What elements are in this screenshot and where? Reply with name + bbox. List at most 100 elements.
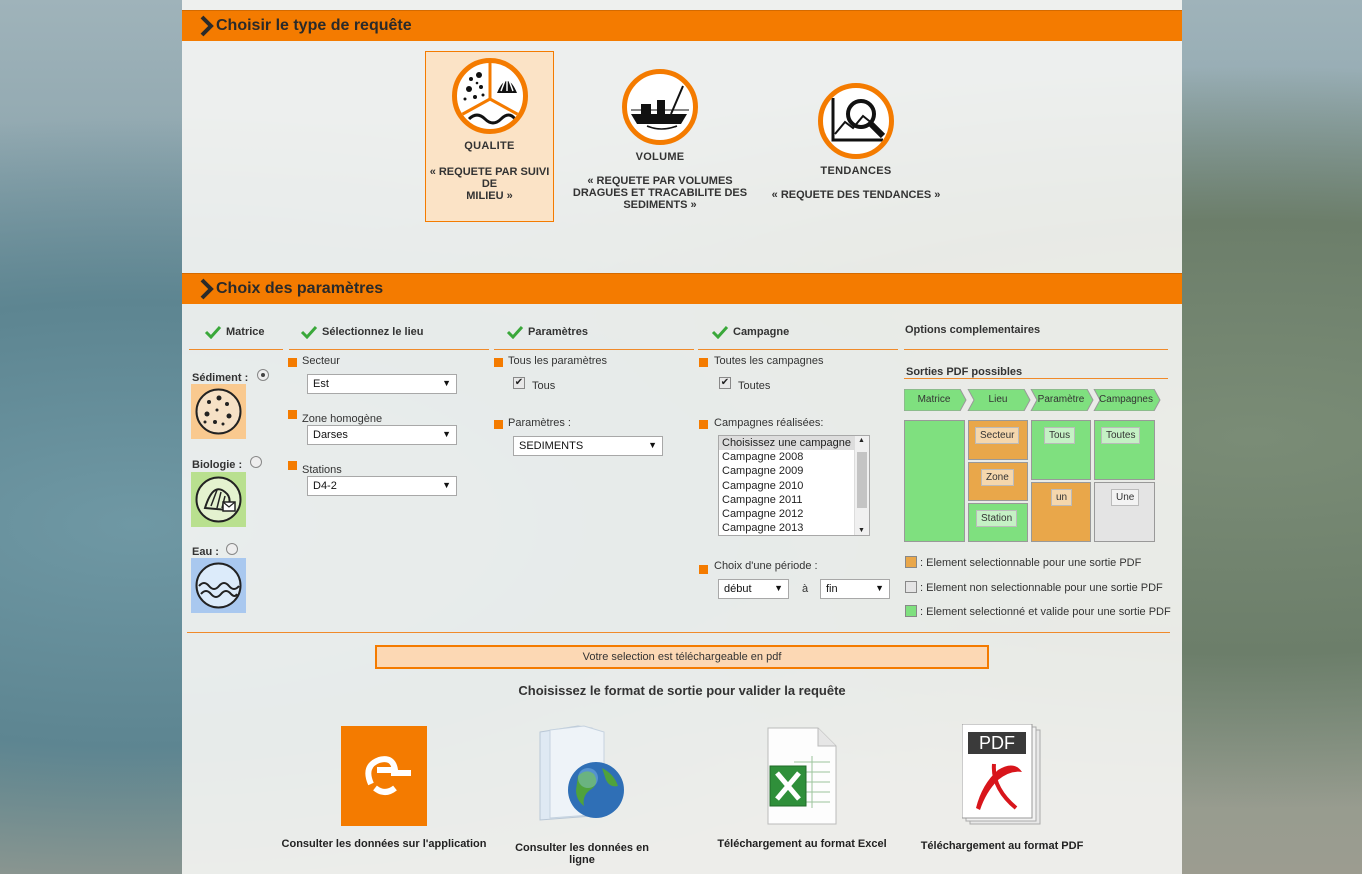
secteur-label: Secteur [302, 355, 340, 367]
desc-line: DE [481, 178, 498, 190]
desc-line: DRAGUES ET TRACABILITE DES [572, 187, 748, 199]
all-params-checkbox[interactable]: ✔ [513, 377, 525, 389]
legend-swatch-non-selectable [905, 581, 917, 593]
bullet [699, 565, 708, 574]
column-head-lieu: Sélectionnez le lieu [300, 325, 423, 339]
zone-select[interactable]: Darses ▼ [307, 425, 457, 445]
query-type-desc: « REQUETE PAR VOLUMES DRAGUES ET TRACABI… [570, 175, 750, 211]
stations-select[interactable]: D4-2 ▼ [307, 476, 457, 496]
pdf-outputs-title: Sorties PDF possibles [906, 366, 1023, 378]
list-item[interactable]: Campagne 2008 [719, 450, 869, 464]
period-start-select[interactable]: début ▼ [718, 579, 789, 599]
all-campaigns-checkbox[interactable]: ✔ [719, 377, 731, 389]
all-params-label: Tous les paramètres [508, 355, 608, 367]
column-head-label: Campagne [733, 325, 790, 338]
desc-line: MILIEU » [466, 190, 513, 202]
legend-swatch-valid [905, 605, 917, 617]
output-excel[interactable]: Téléchargement au format Excel [712, 726, 892, 850]
checkmark-icon [300, 325, 318, 339]
select-value: SEDIMENTS [519, 440, 584, 452]
checkmark-icon [204, 325, 222, 339]
output-label: Consulter les données en ligne [515, 842, 649, 866]
query-type-desc: « REQUETE PAR SUIVI DE MILIEU » [426, 166, 553, 202]
chevron-right-icon [200, 278, 214, 300]
download-pdf-banner[interactable]: Votre selection est téléchargeable en pd… [375, 645, 989, 669]
desc-line: « REQUETE PAR SUIVI [429, 166, 550, 178]
query-type-qualite[interactable]: QUALITE « REQUETE PAR SUIVI DE MILIEU » [425, 51, 554, 222]
select-value: fin [826, 583, 838, 595]
query-type-desc: « REQUETE DES TENDANCES » [771, 189, 941, 201]
output-label: Téléchargement au format PDF [920, 840, 1084, 852]
bullet [288, 410, 297, 419]
matrice-eau-radio[interactable] [226, 543, 238, 555]
bullet [699, 420, 708, 429]
list-item[interactable]: Campagne 2012 [719, 507, 869, 521]
bullet [288, 358, 297, 367]
select-value: Darses [313, 429, 348, 441]
list-item[interactable]: Choisissez une campagne [719, 436, 869, 451]
dropdown-arrow-icon: ▼ [442, 480, 451, 490]
checkmark-icon [711, 325, 729, 339]
step-matrice: Matrice [917, 394, 951, 405]
scroll-down-icon[interactable]: ▼ [858, 527, 865, 534]
scroll-up-icon[interactable]: ▲ [858, 437, 865, 444]
step-parametre: Paramètre [1037, 394, 1085, 405]
section-header-params: Choix des paramètres [182, 273, 1182, 304]
legend-swatch-selectable [905, 556, 917, 568]
query-type-tendances[interactable]: TENDANCES « REQUETE DES TENDANCES » [767, 83, 945, 201]
secteur-select[interactable]: Est ▼ [307, 374, 457, 394]
output-pdf[interactable]: PDF Téléchargement au format PDF [912, 724, 1092, 852]
output-app[interactable]: Consulter les données sur l'application [274, 726, 494, 850]
query-type-name: VOLUME [635, 151, 685, 163]
qualite-icon [451, 58, 528, 134]
trend-magnifier-icon [818, 83, 894, 159]
select-value: Est [313, 378, 329, 390]
list-item[interactable]: Campagne 2010 [719, 479, 869, 493]
column-head-label: Sélectionnez le lieu [322, 325, 424, 338]
legend-selectable: : Element selectionnable pour une sortie… [920, 557, 1142, 569]
column-head-parametres: Paramètres [506, 325, 588, 339]
dropdown-arrow-icon: ▼ [774, 583, 783, 593]
output-label: Consulter les données sur l'application [281, 838, 487, 850]
shell-icon[interactable] [191, 472, 246, 527]
pdf-zone-tag: Zone [981, 469, 1014, 486]
step-lieu: Lieu [988, 394, 1008, 405]
campaigns-listbox[interactable]: Choisissez une campagne Campagne 2008 Ca… [718, 435, 870, 536]
column-head-label: Matrice [226, 325, 265, 338]
matrice-sediment-label: Sédiment : [192, 372, 249, 384]
desc-line: « REQUETE PAR VOLUMES [587, 175, 733, 187]
all-campaigns-check-label: Toutes [738, 380, 771, 392]
output-online[interactable]: Consulter les données en ligne [502, 724, 662, 866]
section-header-query-type: Choisir le type de requête [182, 10, 1182, 41]
divider [289, 349, 489, 350]
all-params-check-label: Tous [532, 380, 556, 392]
list-item[interactable]: Campagne 2013 [719, 521, 869, 535]
pdf-matrice-box [904, 420, 965, 542]
pdf-une-tag: Une [1111, 489, 1140, 506]
matrice-biologie-radio[interactable] [250, 456, 262, 468]
main-panel: Choisir le type de requête QUALITE « REQ… [182, 0, 1182, 874]
dredger-ship-icon [622, 69, 698, 145]
sediment-icon[interactable] [191, 384, 246, 439]
matrice-sediment-radio[interactable] [257, 369, 269, 381]
listbox-scrollbar[interactable]: ▲ ▼ [854, 436, 869, 535]
query-type-volume[interactable]: VOLUME « REQUETE PAR VOLUMES DRAGUES ET … [570, 69, 750, 211]
divider [494, 349, 694, 350]
scrollbar-thumb[interactable] [857, 452, 867, 508]
pdf-station-tag: Station [976, 510, 1018, 527]
pdf-icon: PDF [962, 724, 1042, 826]
period-end-select[interactable]: fin ▼ [820, 579, 890, 599]
divider [698, 349, 898, 350]
list-item[interactable]: Campagne 2009 [719, 464, 869, 478]
params-select[interactable]: SEDIMENTS ▼ [513, 436, 663, 456]
legend-valid: : Element selectionné et valide pour une… [920, 606, 1171, 618]
column-head-label: Paramètres [528, 325, 588, 338]
pdf-badge: PDF [979, 733, 1015, 753]
select-value: D4-2 [313, 480, 337, 492]
list-item[interactable]: Campagne 2011 [719, 493, 869, 507]
checkmark-icon [506, 325, 524, 339]
output-format-title: Choisissez le format de sortie pour vali… [518, 683, 846, 698]
divider [187, 632, 1170, 633]
water-icon[interactable] [191, 558, 246, 613]
dropdown-arrow-icon: ▼ [648, 440, 657, 450]
